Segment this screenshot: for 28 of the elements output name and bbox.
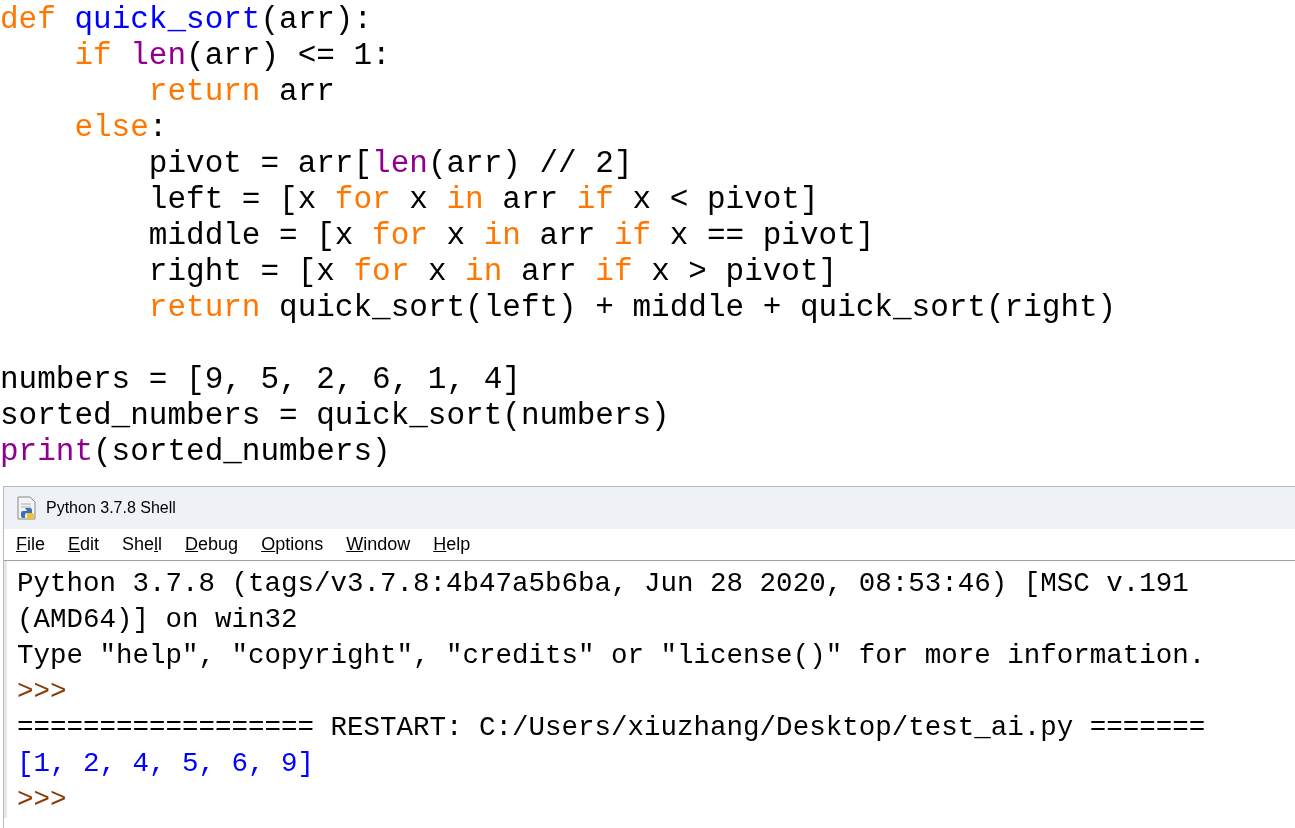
code-line: numbers = [9, 5, 2, 6, 1, 4] (0, 360, 521, 399)
menu-item[interactable]: File (16, 531, 45, 558)
shell-line: [1, 2, 4, 5, 6, 9] (17, 747, 315, 782)
shell-line: >>> (17, 783, 67, 818)
code-line: middle = [x for x in arr if x == pivot] (147, 216, 875, 255)
code-line: print(sorted_numbers) (0, 432, 391, 471)
code-line: pivot = arr[len(arr) // 2] (147, 144, 633, 183)
shell-line: ================== RESTART: C:/Users/xiuzhang/Desktop/test_ai.py ======= (17, 711, 1206, 746)
code-line: sorted_numbers = quick_sort(numbers) (0, 396, 670, 435)
code-line: left = [x for x in arr if x < pivot] (147, 180, 819, 219)
shell-line: >>> (17, 675, 67, 710)
menu-item[interactable]: Options (261, 531, 324, 558)
code-line: right = [x for x in arr if x > pivot] (147, 252, 838, 291)
code-line: else: (73, 108, 168, 147)
menu-item[interactable]: Debug (185, 531, 239, 558)
menu-item[interactable]: Shell (122, 531, 163, 558)
python-file-icon (16, 496, 38, 520)
shell-line: Python 3.7.8 (tags/v3.7.8:4b47a5b6ba, Jun 28 2020, 08:53:46) [MSC v.191 (17, 567, 1189, 602)
window-title: Python 3.7.8 Shell (46, 498, 176, 518)
menu-item[interactable]: Help (433, 531, 471, 558)
code-line: def quick_sort(arr): (0, 0, 373, 39)
shell-line: (AMD64)] on win32 (17, 603, 298, 638)
menu-item[interactable]: Window (346, 531, 411, 558)
shell-line: Type "help", "copyright", "credits" or "license()" for more information. (17, 639, 1206, 674)
code-line: return quick_sort(left) + middle + quick_sort(right) (147, 288, 1117, 327)
menu-item[interactable]: Edit (68, 531, 100, 558)
code-line: return arr (147, 72, 335, 111)
code-line: if len(arr) <= 1: (73, 36, 391, 75)
